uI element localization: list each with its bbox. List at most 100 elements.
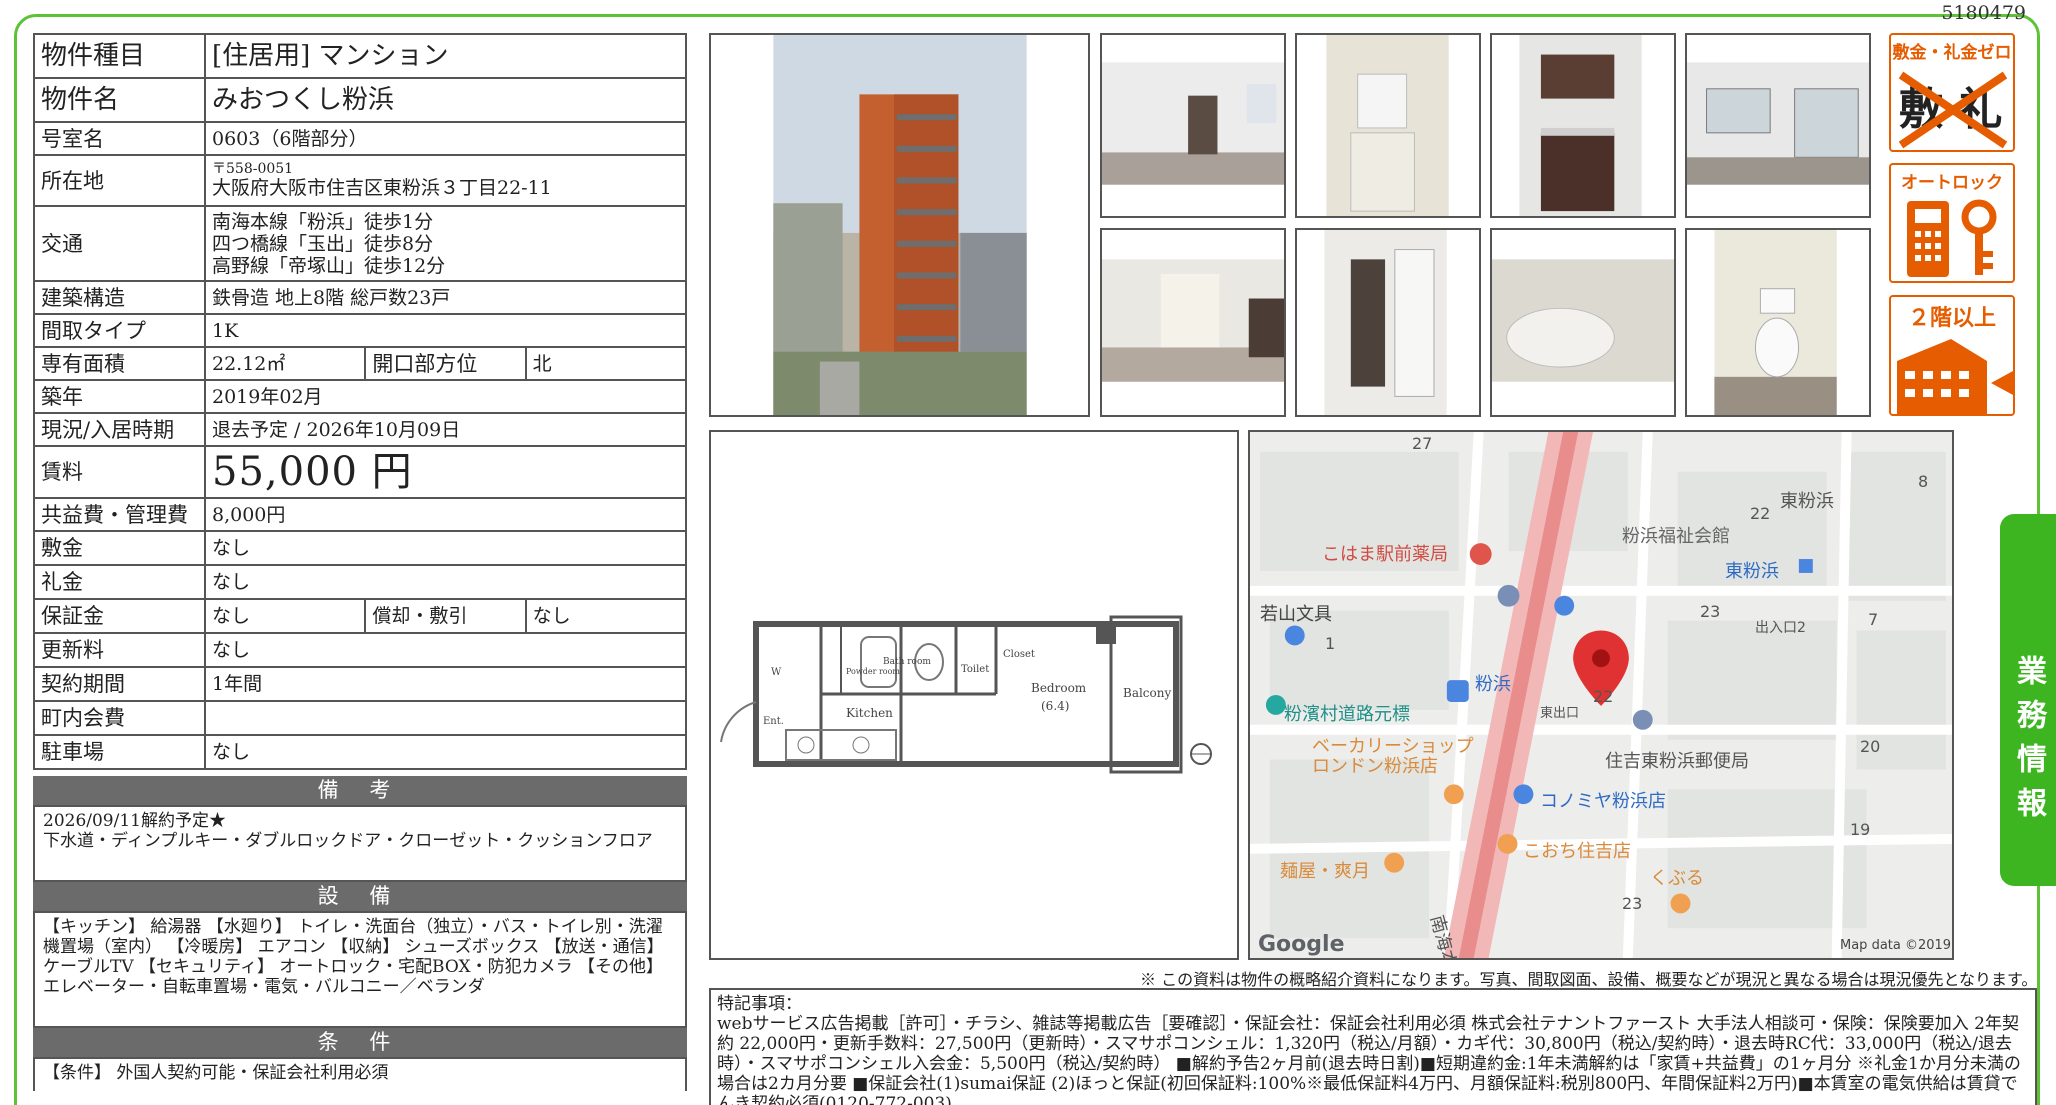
plan-bath-label: Bath room	[883, 657, 931, 667]
status-label: 現況/入居時期	[33, 412, 206, 447]
badge-autolock: オートロック	[1889, 163, 2015, 283]
floor-plan[interactable]: Bath room Powder room Toilet Closet Kitc…	[709, 430, 1239, 960]
block-number: 7	[1868, 610, 1879, 629]
interior-photo-bath[interactable]	[1490, 228, 1676, 417]
direction-label: 開口部方位	[364, 346, 527, 381]
postal-code: 〒558-0051	[212, 161, 294, 177]
plan-toilet-label: Toilet	[961, 664, 989, 675]
interior-photo-closet[interactable]	[1295, 228, 1481, 417]
plan-entrance-label: Ent.	[763, 716, 784, 727]
address-label: 所在地	[33, 154, 206, 207]
area-value: 22.12㎡	[203, 346, 367, 381]
map-label: コノミヤ粉浜店	[1540, 791, 1666, 812]
plan-kitchen-label: Kitchen	[846, 706, 893, 720]
remarks-heading: 備 考	[33, 776, 687, 805]
exterior-photo[interactable]	[709, 33, 1090, 417]
block-number: 22	[1750, 504, 1771, 523]
structure-label: 建築構造	[33, 280, 206, 315]
built-value: 2019年02月	[204, 379, 687, 414]
map-label: ロンドン粉浜店	[1312, 756, 1438, 777]
rent-label: 賃料	[33, 445, 206, 499]
map-attribution: Map data ©2019	[1840, 938, 1952, 953]
direction-value: 北	[524, 346, 688, 381]
badge-second-floor: ２階以上	[1889, 295, 2015, 416]
map-label: 東粉浜	[1725, 561, 1779, 582]
map-label: 東粉浜	[1780, 491, 1834, 512]
guarantee-label: 保証金	[33, 598, 206, 634]
conditions-heading: 条 件	[33, 1028, 687, 1057]
business-info-tab[interactable]: 業務情報	[2000, 514, 2056, 886]
plan-wm-label: W	[771, 667, 782, 678]
type-value: [住居用] マンション	[204, 33, 687, 79]
status-value: 退去予定 / 2026年10月09日	[204, 412, 687, 447]
plan-bedroom-size: (6.4)	[1041, 699, 1069, 713]
map-label: 住吉東粉浜郵便局	[1605, 751, 1749, 772]
map-label: こおち住吉店	[1523, 841, 1631, 862]
map-label: くぶる	[1650, 868, 1704, 889]
transport-cell: 南海本線「粉浜」徒歩1分 四つ橋線「玉出」徒歩8分 高野線「帝塚山」徒歩12分	[204, 205, 687, 282]
address-cell: 〒558-0051 大阪府大阪市住吉区東粉浜３丁目22-11	[204, 154, 687, 207]
conditions-body: 【条件】 外国人契約可能・保証会社利用必須	[33, 1057, 687, 1091]
fee-value: 8,000円	[204, 497, 687, 532]
lock-icon	[1907, 199, 1997, 277]
building-icon	[1897, 339, 2013, 414]
guarantee-value: なし	[203, 598, 367, 634]
interior-photo-toilet[interactable]	[1685, 228, 1871, 417]
notes-heading: 特記事項：	[717, 994, 802, 1014]
block-number: 27	[1412, 434, 1433, 453]
renewal-value: なし	[204, 632, 687, 668]
deposit-label: 敷金	[33, 530, 206, 566]
cross-out-icon	[1898, 71, 2008, 149]
name-value: みおつくし粉浜	[204, 77, 687, 123]
interior-photo-room[interactable]	[1100, 33, 1286, 218]
badge-zero-text: 敷金・礼金ゼロ	[1892, 43, 2012, 63]
map-label: 粉浜福祉会館	[1622, 526, 1730, 547]
interior-photo-window[interactable]	[1685, 33, 1871, 218]
map-label: こはま駅前薬局	[1322, 544, 1448, 565]
remarks-body: 2026/09/11解約予定★ 下水道・ディンプルキー・ダブルロックドア・クロー…	[33, 805, 687, 882]
block-number: 23	[1622, 894, 1643, 913]
block-number: 19	[1850, 820, 1871, 839]
name-label: 物件名	[33, 77, 206, 123]
key-money-label: 礼金	[33, 564, 206, 600]
parking-value: なし	[204, 734, 687, 770]
key-money-value: なし	[204, 564, 687, 600]
block-number: 8	[1918, 472, 1929, 491]
remarks-line: 下水道・ディンプルキー・ダブルロックドア・クローゼット・クッションフロア	[43, 831, 653, 851]
transport-line: 南海本線「粉浜」徒歩1分	[212, 210, 434, 233]
layout-label: 間取タイプ	[33, 313, 206, 348]
interior-photo-corridor[interactable]	[1100, 228, 1286, 417]
interior-photo-washbasin[interactable]	[1295, 33, 1481, 218]
block-number: 1	[1325, 634, 1336, 653]
block-number: 20	[1860, 737, 1881, 756]
plan-closet-label: Closet	[1003, 649, 1035, 660]
interior-photo-kitchen[interactable]	[1490, 33, 1676, 218]
room-label: 号室名	[33, 121, 206, 156]
plan-powder-label: Powder room	[846, 667, 900, 676]
term-label: 契約期間	[33, 666, 206, 702]
renewal-label: 更新料	[33, 632, 206, 668]
rent-value: 55,000 円	[204, 445, 687, 499]
map-label: 粉浜	[1475, 674, 1511, 695]
address-value: 大阪府大阪市住吉区東粉浜３丁目22-11	[212, 177, 552, 199]
area-label: 専有面積	[33, 346, 206, 381]
built-label: 築年	[33, 379, 206, 414]
property-table: 物件種目 [住居用] マンション 物件名 みおつくし粉浜 号室名 0603（6階…	[33, 33, 688, 770]
document-number: 5180479	[1941, 2, 2026, 24]
map-label: 出入口2	[1755, 620, 1806, 636]
remarks-line: 2026/09/11解約予定★	[43, 811, 226, 831]
map-label: 若山文具	[1260, 604, 1332, 625]
notes-body: webサービス広告掲載［許可］・チラシ、雑誌等掲載広告［要確認］・保証会社：保証…	[717, 1014, 2021, 1105]
map-label: 粉濱村道路元標	[1284, 704, 1410, 725]
fee-label: 共益費・管理費	[33, 497, 206, 532]
location-map[interactable]: 東粉浜 粉浜福祉会館 東粉浜 こはま駅前薬局 若山文具 粉浜 粉濱村道路元標 ベ…	[1248, 430, 1954, 960]
plan-balcony-label: Balcony	[1123, 686, 1171, 700]
google-logo: Google	[1258, 932, 1345, 957]
parking-label: 駐車場	[33, 734, 206, 770]
map-label: 東出口	[1540, 706, 1580, 721]
badge-floor-text: ２階以上	[1907, 306, 1996, 331]
type-label: 物件種目	[33, 33, 206, 79]
room-value: 0603（6階部分）	[204, 121, 687, 156]
block-number: 23	[1700, 602, 1721, 621]
plan-bedroom-label: Bedroom	[1031, 681, 1087, 695]
